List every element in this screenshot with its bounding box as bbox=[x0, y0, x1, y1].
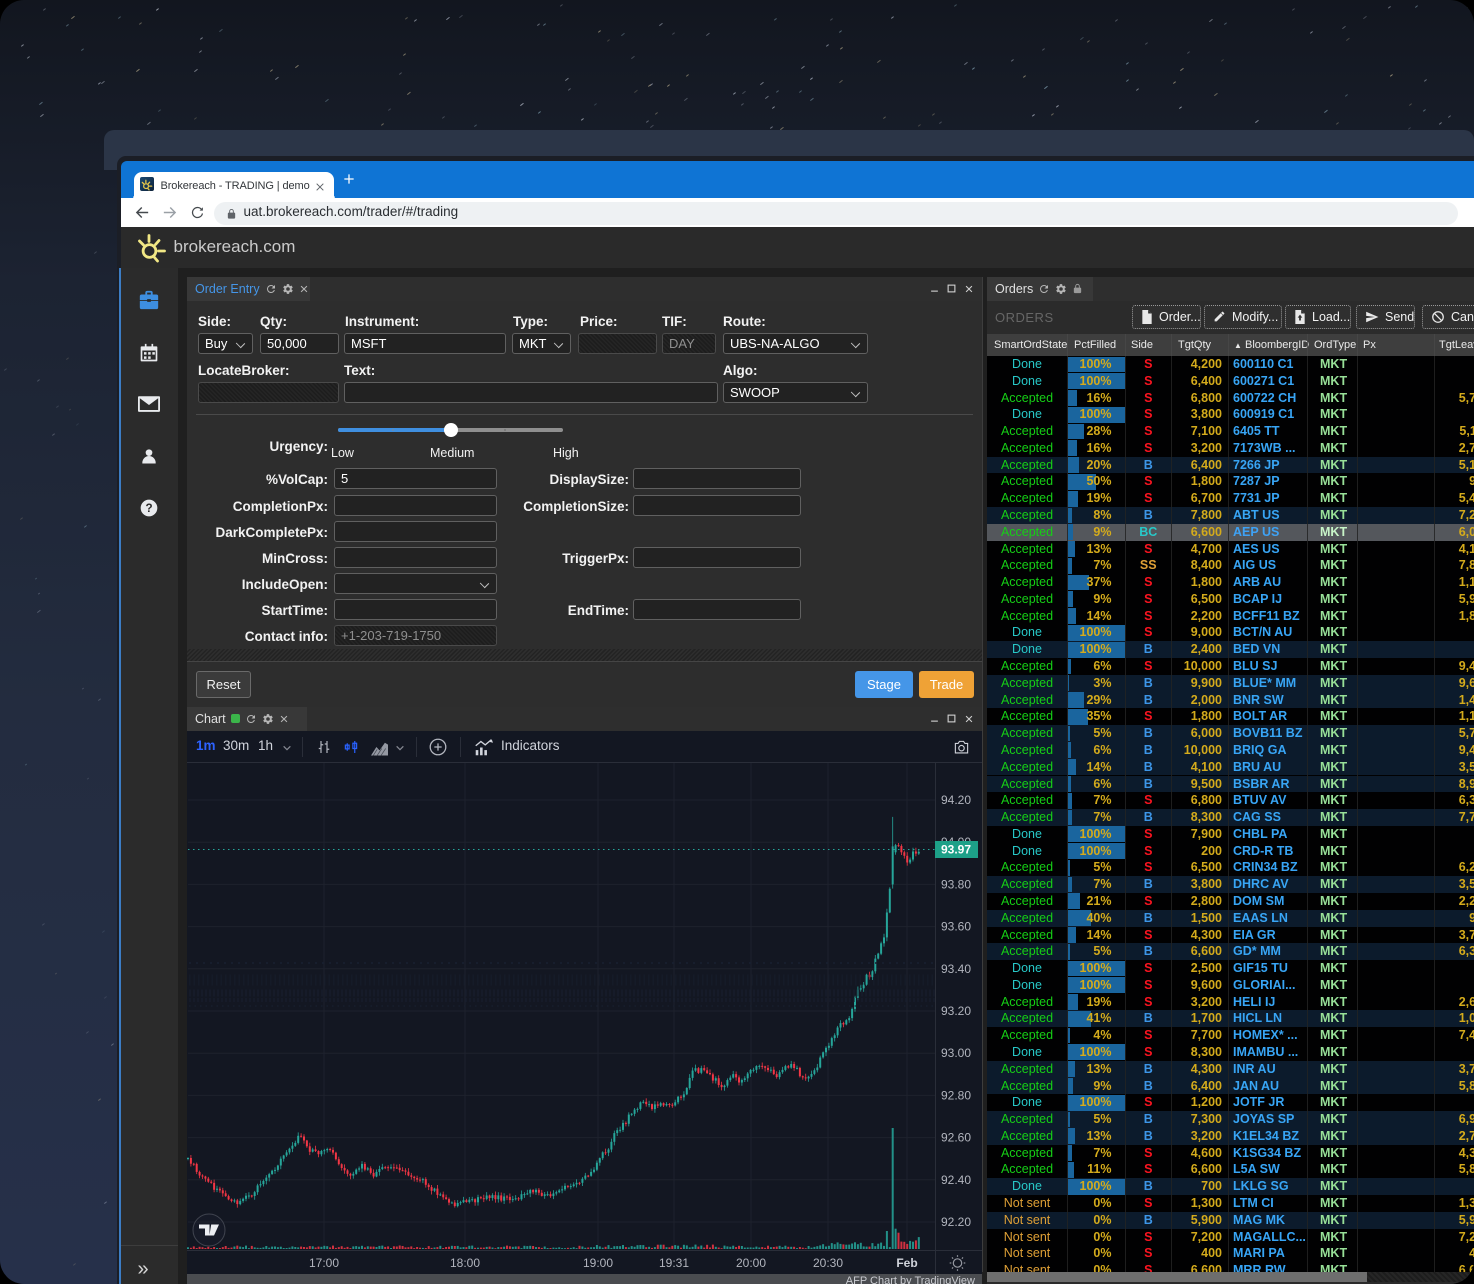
svg-text:92.20: 92.20 bbox=[941, 1215, 971, 1229]
svg-text:?: ? bbox=[145, 502, 152, 515]
svg-text:Feb: Feb bbox=[896, 1256, 917, 1270]
svg-text:20:00: 20:00 bbox=[736, 1256, 766, 1270]
svg-text:17:00: 17:00 bbox=[309, 1256, 339, 1270]
svg-text:94.20: 94.20 bbox=[941, 793, 971, 807]
svg-text:93.60: 93.60 bbox=[941, 920, 971, 934]
svg-text:92.60: 92.60 bbox=[941, 1131, 971, 1145]
svg-text:19:00: 19:00 bbox=[583, 1256, 613, 1270]
svg-text:92.40: 92.40 bbox=[941, 1173, 971, 1187]
svg-text:93.00: 93.00 bbox=[941, 1046, 971, 1060]
svg-text:93.80: 93.80 bbox=[941, 877, 971, 891]
svg-text:20:30: 20:30 bbox=[813, 1256, 843, 1270]
svg-text:92.80: 92.80 bbox=[941, 1088, 971, 1102]
svg-text:93.40: 93.40 bbox=[941, 962, 971, 976]
svg-text:93.20: 93.20 bbox=[941, 1004, 971, 1018]
svg-text:18:00: 18:00 bbox=[450, 1256, 480, 1270]
svg-text:93.97: 93.97 bbox=[941, 843, 971, 857]
svg-text:19:31: 19:31 bbox=[659, 1256, 689, 1270]
